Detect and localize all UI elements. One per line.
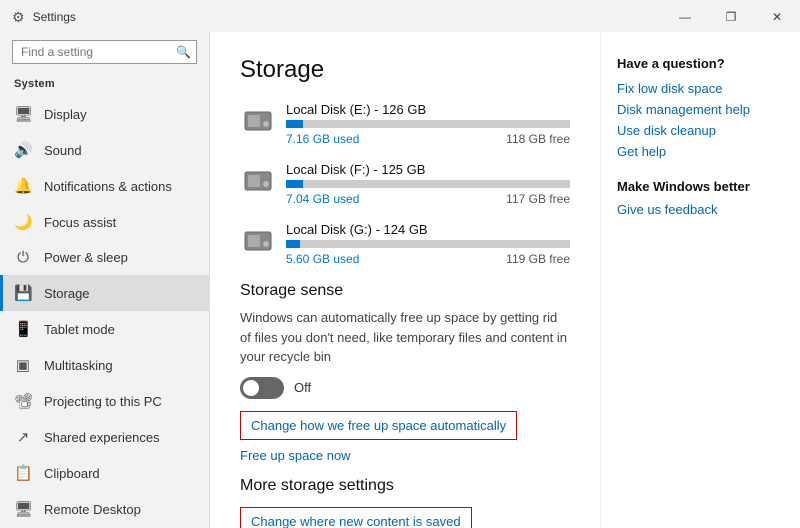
toggle-label: Off (294, 380, 311, 395)
toggle-row: Off (240, 377, 570, 399)
disk-free-g: 119 GB free (506, 252, 570, 266)
search-box[interactable]: 🔍 (12, 40, 197, 64)
search-icon: 🔍 (176, 45, 191, 59)
sidebar-item-projecting[interactable]: 📽 Projecting to this PC (0, 383, 209, 419)
free-up-link[interactable]: Free up space now (240, 448, 570, 463)
sidebar-item-storage[interactable]: 💾 Storage (0, 275, 209, 311)
sidebar-item-label: Notifications & actions (44, 179, 172, 194)
disk-icon-g (240, 230, 276, 258)
change-link[interactable]: Change how we free up space automaticall… (251, 418, 506, 433)
minimize-button[interactable]: — (662, 1, 708, 33)
sidebar-item-focus-assist[interactable]: 🌙 Focus assist (0, 204, 209, 240)
maximize-button[interactable]: ❐ (708, 1, 754, 33)
focus-assist-icon: 🌙 (14, 213, 32, 231)
right-panel: Have a question? Fix low disk space Disk… (600, 32, 800, 528)
clipboard-icon: 📋 (14, 464, 32, 482)
projecting-icon: 📽 (14, 392, 32, 410)
shared-icon: ↗ (14, 428, 32, 446)
sidebar-item-label: Sound (44, 143, 82, 158)
disk-icon-e (240, 110, 276, 138)
give-feedback-link[interactable]: Give us feedback (617, 202, 784, 217)
disk-stats-g: 5.60 GB used 119 GB free (286, 252, 570, 266)
help-title: Have a question? (617, 56, 784, 71)
disk-info-g: Local Disk (G:) - 124 GB 5.60 GB used 11… (286, 222, 570, 266)
sound-icon: 🔊 (14, 141, 32, 159)
disk-free-e: 118 GB free (506, 132, 570, 146)
sidebar-item-tablet-mode[interactable]: 📱 Tablet mode (0, 311, 209, 347)
sidebar-item-label: Focus assist (44, 215, 116, 230)
display-icon: 🖥 (14, 105, 32, 123)
disk-info-e: Local Disk (E:) - 126 GB 7.16 GB used 11… (286, 102, 570, 146)
sidebar-item-label: Tablet mode (44, 322, 115, 337)
more-storage-box: Change where new content is saved Manage… (240, 507, 472, 528)
power-icon: ⏻ (14, 249, 32, 266)
multitasking-icon: ▣ (14, 356, 32, 374)
fix-disk-link[interactable]: Fix low disk space (617, 81, 784, 96)
sidebar-item-shared-experiences[interactable]: ↗ Shared experiences (0, 419, 209, 455)
storage-icon: 💾 (14, 284, 32, 302)
titlebar: ⚙ Settings — ❐ ✕ (0, 0, 800, 32)
sidebar-item-label: Multitasking (44, 358, 113, 373)
disk-used-g: 5.60 GB used (286, 252, 359, 266)
get-help-link[interactable]: Get help (617, 144, 784, 159)
sidebar-item-label: Power & sleep (44, 250, 128, 265)
disk-bar-bg-g (286, 240, 570, 248)
disk-info-f: Local Disk (F:) - 125 GB 7.04 GB used 11… (286, 162, 570, 206)
disk-bar-bg-e (286, 120, 570, 128)
disk-used-f: 7.04 GB used (286, 192, 359, 206)
change-link-box: Change how we free up space automaticall… (240, 411, 517, 440)
make-better-title: Make Windows better (617, 179, 784, 194)
settings-gear-icon: ⚙ (12, 9, 25, 26)
sidebar-item-multitasking[interactable]: ▣ Multitasking (0, 347, 209, 383)
disk-management-link[interactable]: Disk management help (617, 102, 784, 117)
titlebar-left: ⚙ Settings (12, 9, 76, 26)
disk-used-e: 7.16 GB used (286, 132, 359, 146)
app-body: 🔍 System 🖥 Display 🔊 Sound 🔔 Notificatio… (0, 32, 800, 528)
sidebar-item-remote-desktop[interactable]: 🖥 Remote Desktop (0, 491, 209, 527)
disk-bar-fill-f (286, 180, 303, 188)
storage-sense-toggle[interactable] (240, 377, 284, 399)
main-content: Storage Local Disk (E:) - 126 GB 7.16 GB… (210, 32, 600, 528)
disk-bar-bg-f (286, 180, 570, 188)
sidebar-item-power-sleep[interactable]: ⏻ Power & sleep (0, 240, 209, 275)
more-storage-title: More storage settings (240, 477, 570, 495)
sidebar-item-label: Shared experiences (44, 430, 160, 445)
disk-stats-f: 7.04 GB used 117 GB free (286, 192, 570, 206)
sidebar-item-clipboard[interactable]: 📋 Clipboard (0, 455, 209, 491)
search-input[interactable] (21, 45, 176, 59)
sidebar-item-display[interactable]: 🖥 Display (0, 96, 209, 132)
disk-cleanup-link[interactable]: Use disk cleanup (617, 123, 784, 138)
disk-label-f: Local Disk (F:) - 125 GB (286, 162, 570, 177)
sidebar-item-label: Display (44, 107, 87, 122)
storage-sense-desc: Windows can automatically free up space … (240, 308, 570, 367)
tablet-icon: 📱 (14, 320, 32, 338)
disk-free-f: 117 GB free (506, 192, 570, 206)
storage-sense-title: Storage sense (240, 282, 570, 300)
titlebar-controls: — ❐ ✕ (662, 1, 800, 33)
sidebar-item-label: Storage (44, 286, 90, 301)
system-label: System (0, 74, 209, 96)
disk-icon-f (240, 170, 276, 198)
close-button[interactable]: ✕ (754, 1, 800, 33)
disk-entry-f: Local Disk (F:) - 125 GB 7.04 GB used 11… (240, 162, 570, 206)
notifications-icon: 🔔 (14, 177, 32, 195)
change-content-link[interactable]: Change where new content is saved (251, 514, 461, 528)
disk-entry-g: Local Disk (G:) - 124 GB 5.60 GB used 11… (240, 222, 570, 266)
remote-desktop-icon: 🖥 (14, 500, 32, 518)
sidebar-item-label: Clipboard (44, 466, 100, 481)
sidebar-item-label: Projecting to this PC (44, 394, 162, 409)
sidebar-item-label: Remote Desktop (44, 502, 141, 517)
disk-stats-e: 7.16 GB used 118 GB free (286, 132, 570, 146)
disk-entry-e: Local Disk (E:) - 126 GB 7.16 GB used 11… (240, 102, 570, 146)
disk-bar-fill-g (286, 240, 300, 248)
sidebar-item-sound[interactable]: 🔊 Sound (0, 132, 209, 168)
sidebar: 🔍 System 🖥 Display 🔊 Sound 🔔 Notificatio… (0, 32, 210, 528)
disk-label-e: Local Disk (E:) - 126 GB (286, 102, 570, 117)
titlebar-title: Settings (33, 10, 76, 24)
disk-bar-fill-e (286, 120, 303, 128)
page-title: Storage (240, 56, 570, 84)
disk-label-g: Local Disk (G:) - 124 GB (286, 222, 570, 237)
sidebar-item-notifications[interactable]: 🔔 Notifications & actions (0, 168, 209, 204)
